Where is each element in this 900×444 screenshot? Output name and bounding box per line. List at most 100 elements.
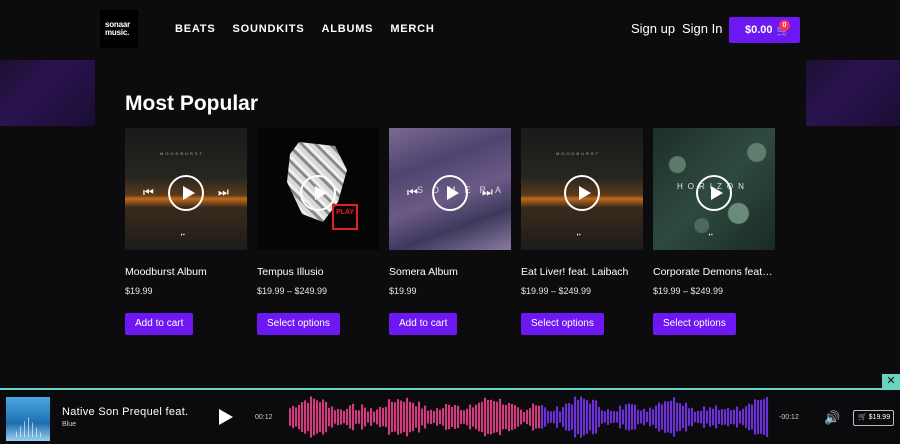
play-icon[interactable] bbox=[168, 175, 204, 211]
site-logo[interactable]: sonaar music. bbox=[100, 10, 138, 48]
product-price: $19.99 – $249.99 bbox=[521, 286, 592, 296]
volume-icon[interactable]: 🔊 bbox=[824, 410, 840, 426]
select-options-button[interactable]: Select options bbox=[257, 313, 340, 335]
waveform-bar bbox=[742, 408, 745, 426]
label-logo-icon: ◖▪ bbox=[708, 232, 713, 238]
waveform-bar bbox=[379, 406, 382, 428]
product-card: SOMERA ⏮ ⏭ Somera Album $19.99 Add to ca… bbox=[389, 128, 511, 335]
waveform-bar bbox=[622, 409, 625, 425]
product-title[interactable]: Somera Album bbox=[389, 266, 511, 278]
nav-item-beats[interactable]: BEATS bbox=[175, 23, 215, 35]
waveform-bar bbox=[628, 403, 631, 431]
product-price: $19.99 bbox=[389, 286, 417, 296]
waveform-bar bbox=[424, 405, 427, 429]
waveform-bar bbox=[706, 410, 709, 424]
waveform-bar bbox=[502, 404, 505, 430]
add-to-cart-button[interactable]: Add to cart bbox=[389, 313, 458, 335]
waveform-bar bbox=[673, 397, 676, 437]
waveform-bar bbox=[730, 410, 733, 424]
waveform-bar bbox=[700, 410, 703, 424]
waveform-bar bbox=[415, 406, 418, 428]
waveform-bar bbox=[670, 400, 673, 434]
waveform-bar bbox=[763, 399, 766, 435]
add-to-cart-button[interactable]: Add to cart bbox=[125, 313, 194, 335]
waveform-bar bbox=[592, 399, 595, 435]
close-player-icon[interactable]: ✕ bbox=[882, 374, 900, 389]
player-buy-button[interactable]: 🛒 $19.99 bbox=[853, 410, 894, 426]
site-header: sonaar music. BEATS SOUNDKITS ALBUMS MER… bbox=[0, 0, 900, 60]
now-playing-artwork bbox=[6, 397, 50, 441]
waveform-bar bbox=[649, 407, 652, 427]
waveform-bar bbox=[580, 396, 583, 438]
label-logo-icon: ◖▪ bbox=[576, 232, 581, 238]
nav-item-albums[interactable]: ALBUMS bbox=[321, 23, 373, 35]
waveform-bar bbox=[754, 399, 757, 435]
waveform-bar bbox=[541, 405, 544, 429]
album-cover[interactable]: MOODBURST ◖▪ bbox=[521, 128, 643, 250]
nav-item-soundkits[interactable]: SOUNDKITS bbox=[232, 23, 304, 35]
waveform-bar bbox=[445, 404, 448, 430]
cart-button[interactable]: $0.00 🛒 0 bbox=[729, 17, 800, 43]
waveform-bar bbox=[583, 398, 586, 436]
waveform-seekbar[interactable] bbox=[289, 396, 769, 438]
next-track-icon[interactable]: ⏭ bbox=[218, 186, 229, 198]
waveform-bar bbox=[463, 410, 466, 424]
play-icon[interactable] bbox=[432, 175, 468, 211]
waveform-bar bbox=[697, 410, 700, 424]
waveform-bar bbox=[559, 411, 562, 423]
waveform-bar bbox=[412, 402, 415, 432]
sign-in-link[interactable]: Sign In bbox=[682, 21, 722, 36]
play-icon[interactable] bbox=[696, 175, 732, 211]
waveform-bar bbox=[451, 406, 454, 428]
player-buy-price: $19.99 bbox=[868, 414, 891, 421]
select-options-button[interactable]: Select options bbox=[653, 313, 736, 335]
waveform-bar bbox=[382, 407, 385, 427]
waveform-bar bbox=[490, 399, 493, 435]
previous-track-icon[interactable]: ⏮ bbox=[143, 186, 154, 198]
waveform-bar bbox=[403, 401, 406, 433]
waveform-bar bbox=[577, 399, 580, 435]
waveform-bar bbox=[454, 405, 457, 429]
waveform-bar bbox=[757, 399, 760, 435]
previous-track-icon[interactable]: ⏮ bbox=[407, 186, 418, 198]
product-title[interactable]: Corporate Demons feat. ... bbox=[653, 266, 775, 278]
album-cover[interactable]: SOMERA ⏮ ⏭ bbox=[389, 128, 511, 250]
waveform-bar bbox=[646, 411, 649, 423]
waveform-bar bbox=[301, 401, 304, 433]
waveform-bar bbox=[523, 412, 526, 422]
waveform-bar bbox=[595, 400, 598, 434]
waveform-bar bbox=[436, 408, 439, 426]
waveform-bar bbox=[535, 405, 538, 429]
sign-up-link[interactable]: Sign up bbox=[631, 21, 675, 36]
select-options-button[interactable]: Select options bbox=[521, 313, 604, 335]
player-play-icon[interactable] bbox=[219, 409, 233, 425]
waveform-bar bbox=[289, 408, 292, 426]
left-decorative-panel bbox=[0, 60, 95, 126]
waveform-bar bbox=[427, 410, 430, 424]
album-cover[interactable]: MOODBURST ⏮ ⏭ ◖▪ bbox=[125, 128, 247, 250]
cart-total: $0.00 bbox=[745, 24, 773, 36]
waveform-bar bbox=[517, 407, 520, 427]
product-card: HORIZON ◖▪ Corporate Demons feat. ... $1… bbox=[653, 128, 775, 335]
waveform-bar bbox=[367, 411, 370, 423]
waveform-bar bbox=[511, 404, 514, 430]
album-cover[interactable]: PLAY bbox=[257, 128, 379, 250]
waveform-bar bbox=[328, 407, 331, 427]
waveform-bar bbox=[619, 405, 622, 429]
waveform-bar bbox=[607, 409, 610, 425]
product-title[interactable]: Eat Liver! feat. Laibach bbox=[521, 266, 643, 278]
product-title[interactable]: Moodburst Album bbox=[125, 266, 247, 278]
waveform-bar bbox=[682, 405, 685, 429]
waveform-bar bbox=[724, 409, 727, 425]
waveform-bar bbox=[748, 403, 751, 431]
nav-item-merch[interactable]: MERCH bbox=[390, 23, 434, 35]
remaining-time: -00:12 bbox=[779, 414, 799, 421]
play-icon[interactable] bbox=[564, 175, 600, 211]
waveform-bar bbox=[565, 403, 568, 431]
main-nav: BEATS SOUNDKITS ALBUMS MERCH bbox=[175, 23, 435, 35]
waveform-bar bbox=[493, 401, 496, 433]
product-title[interactable]: Tempus Illusio bbox=[257, 266, 379, 278]
next-track-icon[interactable]: ⏭ bbox=[482, 186, 493, 198]
play-icon[interactable] bbox=[300, 175, 336, 211]
album-cover[interactable]: HORIZON ◖▪ bbox=[653, 128, 775, 250]
